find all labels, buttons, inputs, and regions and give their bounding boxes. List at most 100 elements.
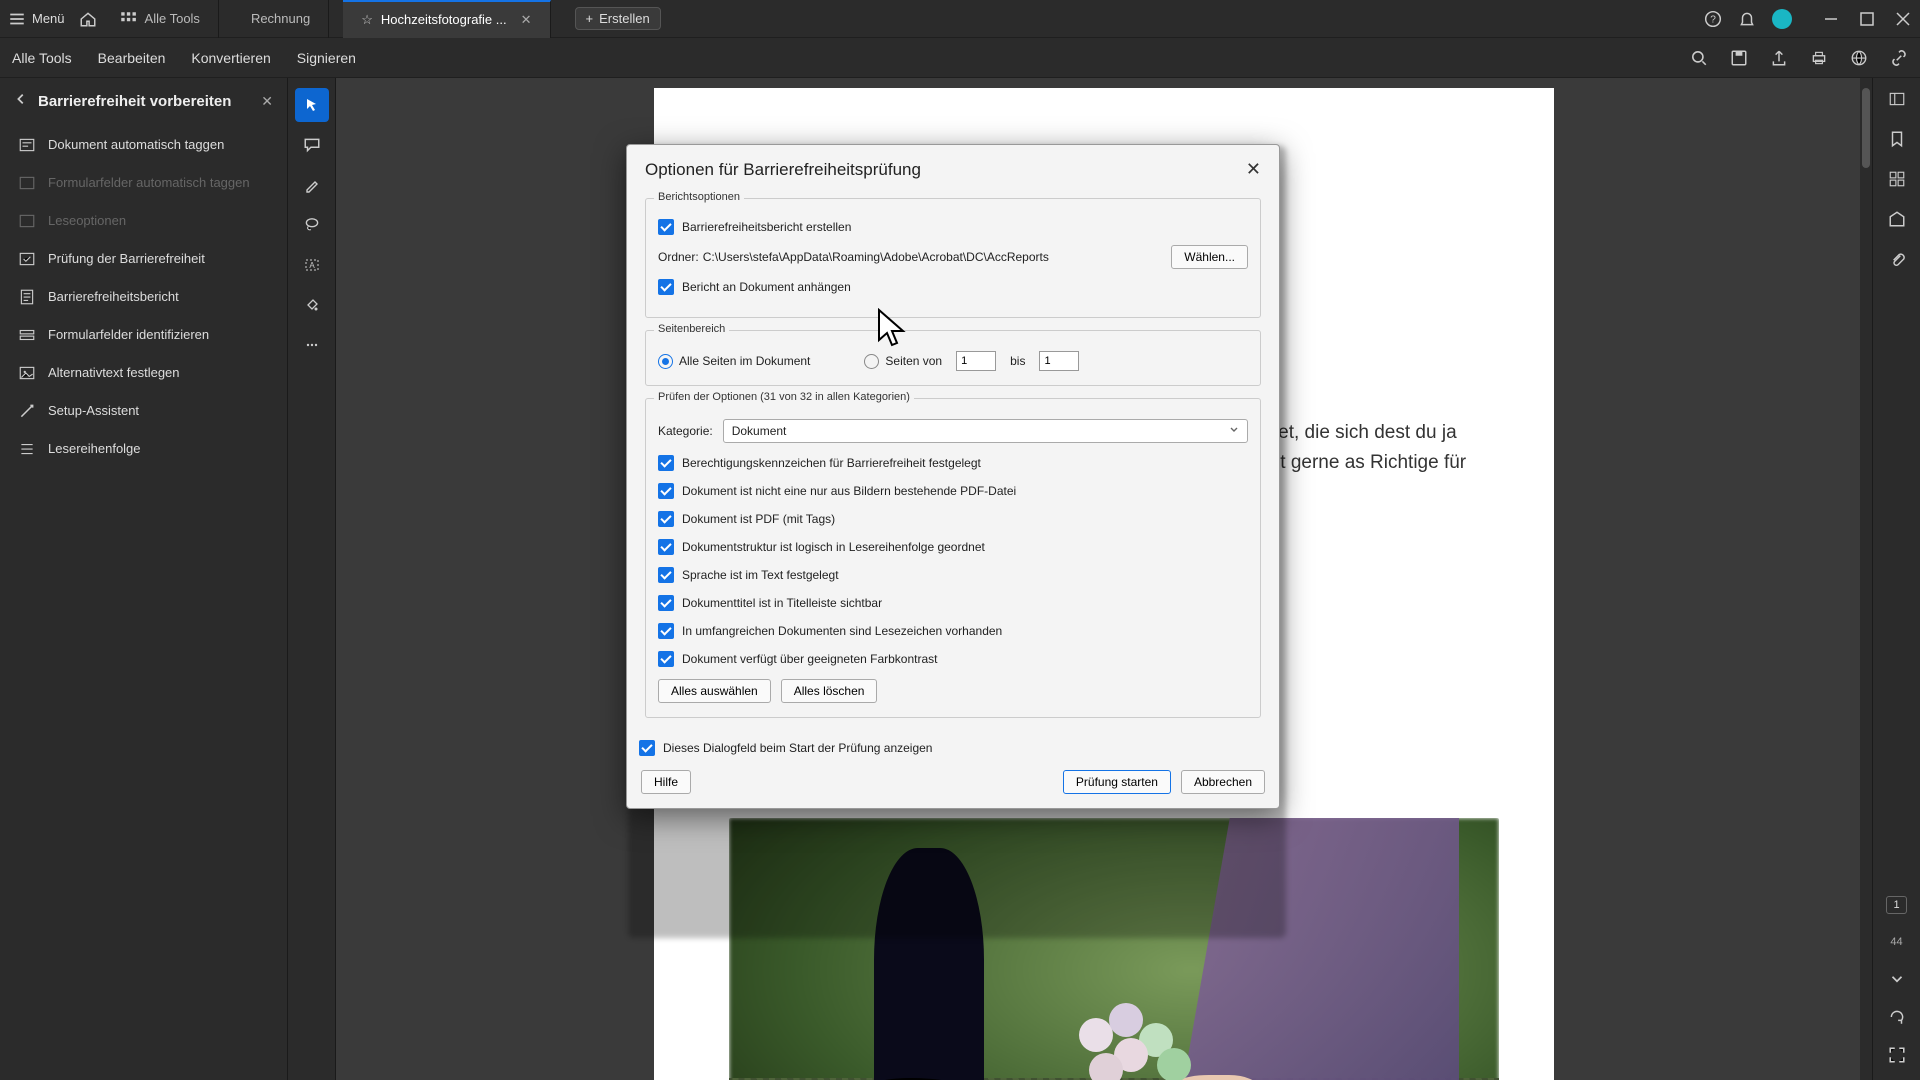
page-current[interactable]: 1 xyxy=(1886,896,1906,914)
alttext-icon xyxy=(18,364,36,382)
dialog-title: Optionen für Barrierefreiheitsprüfung xyxy=(645,160,921,180)
help-icon[interactable]: ? xyxy=(1704,10,1722,28)
sidebar-close-icon[interactable]: ✕ xyxy=(261,93,273,110)
check-3[interactable] xyxy=(658,539,674,555)
check-1[interactable] xyxy=(658,483,674,499)
select-tool[interactable] xyxy=(295,88,329,122)
tab-close-icon[interactable]: ✕ xyxy=(521,12,532,28)
dialog-close-icon[interactable]: ✕ xyxy=(1246,159,1261,180)
back-icon[interactable] xyxy=(14,92,28,111)
clear-all-button[interactable]: Alles löschen xyxy=(781,679,878,703)
checking-options-title: Prüfen der Optionen (31 von 32 in allen … xyxy=(654,391,914,403)
minimize-icon[interactable] xyxy=(1822,10,1840,28)
wand-icon xyxy=(18,402,36,420)
check-4-label: Sprache ist im Text festgelegt xyxy=(682,568,839,582)
lasso-tool[interactable] xyxy=(295,208,329,242)
from-page-input[interactable] xyxy=(956,351,996,371)
tab-doc-2-label: Hochzeitsfotografie ... xyxy=(381,12,507,27)
tool-column: A xyxy=(288,78,336,1080)
check-6[interactable] xyxy=(658,623,674,639)
tag-icon xyxy=(18,136,36,154)
sidebar-item-check[interactable]: Prüfung der Barrierefreiheit xyxy=(0,240,287,278)
comment-tool[interactable] xyxy=(295,128,329,162)
sidebar-item-label: Alternativtext festlegen xyxy=(48,365,180,380)
category-value: Dokument xyxy=(732,424,787,438)
all-pages-radio[interactable] xyxy=(658,354,673,369)
choose-folder-button[interactable]: Wählen... xyxy=(1171,245,1248,269)
sidebar-item-label: Dokument automatisch taggen xyxy=(48,137,224,152)
sidebar-item-auto-tag[interactable]: Dokument automatisch taggen xyxy=(0,126,287,164)
attachment-icon[interactable] xyxy=(1888,250,1906,268)
nav-all-tools[interactable]: Alle Tools xyxy=(12,50,72,66)
chevron-down-icon[interactable] xyxy=(1888,970,1906,988)
secondbar: Alle Tools Bearbeiten Konvertieren Signi… xyxy=(0,38,1920,78)
menu-button[interactable]: Menü xyxy=(8,10,65,28)
folder-path: C:\Users\stefa\AppData\Roaming\Adobe\Acr… xyxy=(703,250,1049,264)
link-icon[interactable] xyxy=(1890,49,1908,67)
select-all-button[interactable]: Alles auswählen xyxy=(658,679,771,703)
category-select[interactable]: Dokument xyxy=(723,419,1248,443)
fill-tool[interactable] xyxy=(295,288,329,322)
create-button[interactable]: + Erstellen xyxy=(575,7,661,30)
tab-doc-1[interactable]: Rechnung xyxy=(233,0,329,38)
textbox-tool[interactable]: A xyxy=(295,248,329,282)
share-icon[interactable] xyxy=(1770,49,1788,67)
create-report-checkbox[interactable] xyxy=(658,219,674,235)
vertical-scrollbar[interactable] xyxy=(1860,78,1872,1080)
start-check-button[interactable]: Prüfung starten xyxy=(1063,770,1171,794)
tags-icon[interactable] xyxy=(1888,210,1906,228)
home-icon[interactable] xyxy=(79,10,97,28)
show-on-start-checkbox[interactable] xyxy=(639,740,655,756)
sidebar-item-report[interactable]: Barrierefreiheitsbericht xyxy=(0,278,287,316)
titlebar: Menü Alle Tools Rechnung ☆ Hochzeitsfoto… xyxy=(0,0,1920,38)
star-icon: ☆ xyxy=(361,12,373,28)
pencil-tool[interactable] xyxy=(295,168,329,202)
page-range-title: Seitenbereich xyxy=(654,323,729,335)
to-page-input[interactable] xyxy=(1039,351,1079,371)
search-icon[interactable] xyxy=(1690,49,1708,67)
sidebar-item-read-order[interactable]: Lesereihenfolge xyxy=(0,430,287,468)
panels-icon[interactable] xyxy=(1888,90,1906,108)
expand-icon[interactable] xyxy=(1888,1046,1906,1064)
check-7[interactable] xyxy=(658,651,674,667)
check-4[interactable] xyxy=(658,567,674,583)
nav-convert[interactable]: Konvertieren xyxy=(191,50,270,66)
sidebar-item-alt-text[interactable]: Alternativtext festlegen xyxy=(0,354,287,392)
cancel-button[interactable]: Abbrechen xyxy=(1181,770,1265,794)
sidebar-item-read-options: Leseoptionen xyxy=(0,202,287,240)
sidebar-item-identify-fields[interactable]: Formularfelder identifizieren xyxy=(0,316,287,354)
plus-icon: + xyxy=(586,11,594,26)
nav-edit[interactable]: Bearbeiten xyxy=(98,50,166,66)
help-button[interactable]: Hilfe xyxy=(641,770,691,794)
bookmark-icon[interactable] xyxy=(1888,130,1906,148)
save-icon[interactable] xyxy=(1730,49,1748,67)
refresh-icon[interactable] xyxy=(1888,1008,1906,1026)
tab-doc-2[interactable]: ☆ Hochzeitsfotografie ... ✕ xyxy=(343,0,550,38)
bell-icon[interactable] xyxy=(1738,10,1756,28)
hamburger-icon xyxy=(8,10,26,28)
thumbnails-icon[interactable] xyxy=(1888,170,1906,188)
globe-icon[interactable] xyxy=(1850,49,1868,67)
tab-all-tools[interactable]: Alle Tools xyxy=(111,0,219,38)
show-on-start-label: Dieses Dialogfeld beim Start der Prüfung… xyxy=(663,741,932,755)
check-0-label: Berechtigungskennzeichen für Barrierefre… xyxy=(682,456,981,470)
sidebar-item-form-tag: Formularfelder automatisch taggen xyxy=(0,164,287,202)
accessibility-options-dialog: Optionen für Barrierefreiheitsprüfung ✕ … xyxy=(626,144,1280,809)
attach-report-checkbox[interactable] xyxy=(658,279,674,295)
sidebar-item-setup[interactable]: Setup-Assistent xyxy=(0,392,287,430)
checking-options-group: Prüfen der Optionen (31 von 32 in allen … xyxy=(645,398,1261,718)
avatar[interactable] xyxy=(1772,9,1792,29)
grid-icon xyxy=(119,10,137,28)
check-2[interactable] xyxy=(658,511,674,527)
pages-from-radio[interactable] xyxy=(864,354,879,369)
check-5[interactable] xyxy=(658,595,674,611)
svg-text:?: ? xyxy=(1710,14,1716,25)
sidebar-item-label: Formularfelder automatisch taggen xyxy=(48,175,250,190)
maximize-icon[interactable] xyxy=(1858,10,1876,28)
more-tools[interactable] xyxy=(295,328,329,362)
check-0[interactable] xyxy=(658,455,674,471)
print-icon[interactable] xyxy=(1810,49,1828,67)
close-window-icon[interactable] xyxy=(1894,10,1912,28)
attach-report-label: Bericht an Dokument anhängen xyxy=(682,280,851,294)
nav-sign[interactable]: Signieren xyxy=(297,50,356,66)
